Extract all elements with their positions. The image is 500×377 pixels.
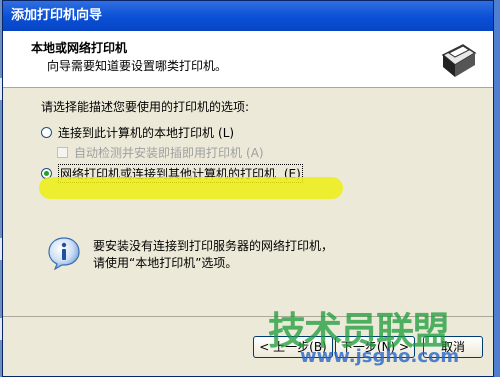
wizard-header: 本地或网络打印机 向导需要知道要设置哪类打印机。	[3, 31, 493, 88]
info-text-line1: 要安装没有连接到打印服务器的网络打印机，	[93, 239, 334, 253]
radio-button[interactable]	[41, 127, 52, 138]
checkbox-auto-label: 自动检测并安装即插即用打印机	[74, 146, 243, 160]
info-note: 要安装没有连接到打印服务器的网络打印机， 请使用“本地打印机”选项。	[47, 236, 333, 272]
header-title: 本地或网络打印机	[31, 41, 128, 55]
info-text-line2: 请使用“本地打印机”选项。	[93, 256, 238, 270]
option-prompt: 请选择能描述您要使用的打印机的选项:	[41, 100, 250, 114]
checkbox-auto-detect[interactable]: 自动检测并安装即插即用打印机 (A)	[57, 144, 264, 161]
printer-icon	[433, 37, 479, 83]
title-bar[interactable]: 添加打印机向导	[3, 1, 493, 31]
yellow-highlight-mark	[39, 177, 343, 199]
checkbox-auto-key: (A)	[246, 145, 264, 160]
radio-local-printer[interactable]: 连接到此计算机的本地打印机 (L)	[41, 124, 234, 141]
radio-local-label: 连接到此计算机的本地打印机	[58, 126, 215, 140]
radio-selected-dot	[44, 171, 49, 176]
radio-local-key: (L)	[218, 125, 235, 140]
info-icon	[48, 237, 80, 270]
window-title: 添加打印机向导	[11, 8, 103, 23]
header-subtitle: 向导需要知道要设置哪类打印机。	[47, 59, 228, 73]
checkbox-box[interactable]	[57, 147, 68, 158]
watermark-url: www.jsgho.com	[300, 346, 460, 367]
